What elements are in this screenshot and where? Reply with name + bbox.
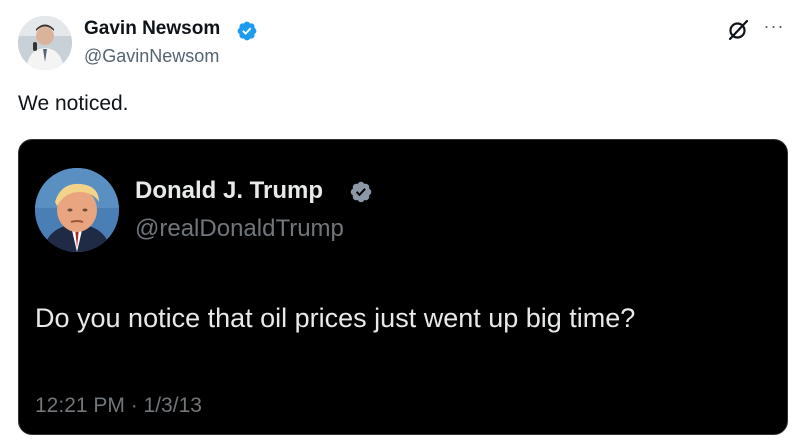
author-name[interactable]: Gavin Newsom <box>84 18 220 40</box>
quoted-author-handle: @realDonaldTrump <box>135 215 344 242</box>
post-text: We noticed. <box>18 92 129 115</box>
verified-badge-icon[interactable] <box>236 20 258 42</box>
more-options-icon[interactable]: ··· <box>762 14 786 38</box>
legacy-verified-badge-icon <box>350 181 372 203</box>
author-handle[interactable]: @GavinNewsom <box>84 46 219 67</box>
quoted-post-image[interactable]: Donald J. Trump @realDonaldTrump Do you … <box>18 139 788 435</box>
author-avatar[interactable] <box>18 16 72 70</box>
grok-icon[interactable] <box>726 18 750 42</box>
quoted-post-text: Do you notice that oil prices just went … <box>35 303 636 333</box>
quoted-post-timestamp: 12:21 PM · 1/3/13 <box>35 394 202 417</box>
post: Gavin Newsom @GavinNewsom ··· We noticed… <box>0 0 800 447</box>
quoted-author-name: Donald J. Trump <box>135 177 324 204</box>
quoted-author-avatar <box>35 168 119 252</box>
